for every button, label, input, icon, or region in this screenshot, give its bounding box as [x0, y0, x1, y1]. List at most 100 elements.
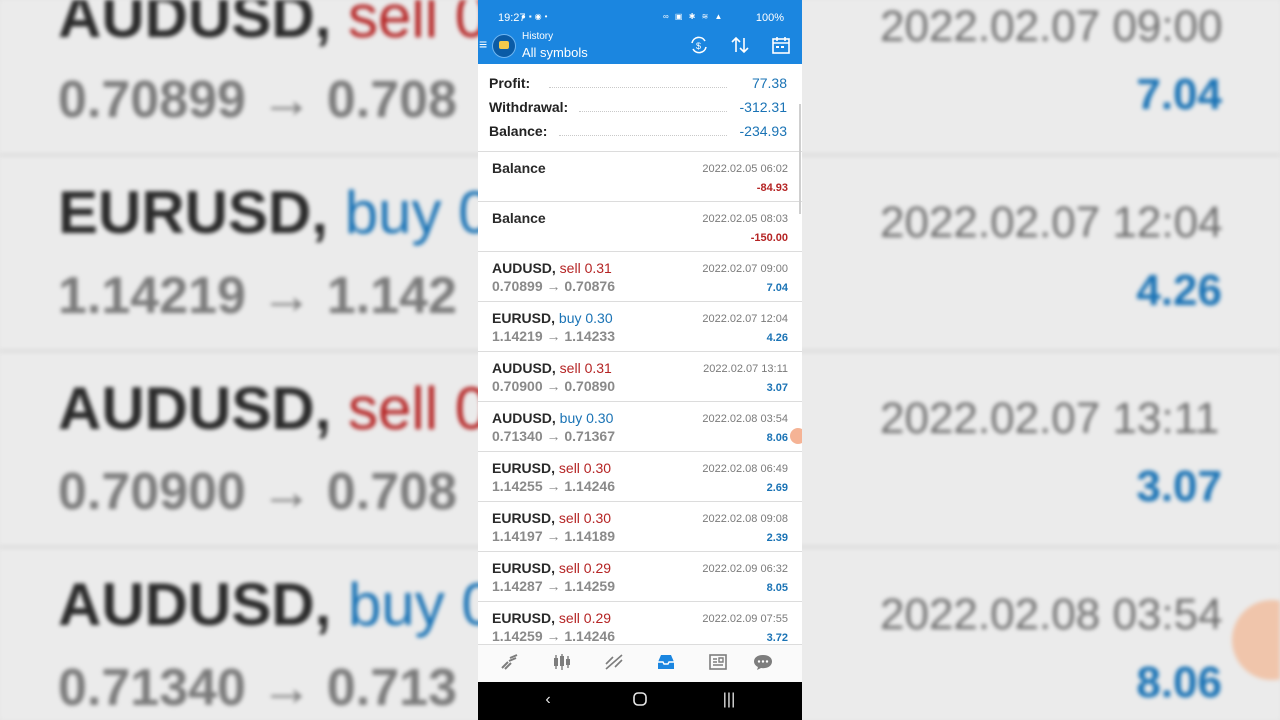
- system-status-icons: ∞ ▣ ✱ ≋ ▲: [663, 12, 725, 21]
- deal-item[interactable]: Balance 2022.02.05 06:02 -84.93: [478, 152, 802, 202]
- background-row-profit: 4.26: [1136, 266, 1222, 315]
- balance-label: Balance:: [489, 123, 552, 139]
- notification-icons: ●▪◉•: [521, 12, 551, 21]
- recents-icon[interactable]: |||: [717, 691, 741, 709]
- deal-symbol: Balance: [492, 210, 546, 226]
- profit-value: 77.38: [747, 75, 787, 91]
- bottom-navigation: [478, 644, 802, 683]
- deal-symbol-text: AUDUSD,: [492, 360, 556, 376]
- calendar-icon[interactable]: [769, 34, 793, 61]
- background-row-date: 2022.02.07 13:11: [880, 394, 1220, 443]
- deal-direction: sell 0.30: [558, 460, 612, 476]
- home-icon[interactable]: [628, 691, 652, 712]
- deal-date: 2022.02.05 08:03: [702, 213, 788, 225]
- background-row-profit: 7.04: [1136, 70, 1222, 119]
- deal-direction: buy 0.30: [558, 310, 613, 326]
- deal-date: 2022.02.07 12:04: [702, 313, 788, 325]
- deal-item[interactable]: AUDUSD, sell 0.31 0.70900 → 0.70890 2022.0…: [478, 352, 802, 402]
- back-icon[interactable]: ‹: [536, 691, 560, 709]
- tab-quotes[interactable]: [495, 652, 525, 677]
- deal-symbol-text: Balance: [492, 210, 546, 226]
- deal-symbol: EURUSD, sell 0.29: [492, 610, 611, 626]
- withdrawal-value: -312.31: [735, 99, 787, 115]
- deal-direction: sell 0.31: [559, 360, 612, 376]
- app-bar-title[interactable]: All symbols: [522, 45, 588, 60]
- deal-symbol-text: EURUSD,: [492, 460, 556, 476]
- deal-date: 2022.02.07 09:00: [702, 263, 788, 275]
- deal-profit: -150.00: [750, 232, 788, 244]
- background-row-prices: 1.14219 → 1.142: [58, 267, 457, 325]
- deal-prices: 1.14197 → 1.14189: [492, 528, 615, 544]
- deal-item[interactable]: AUDUSD, sell 0.31 0.70899 → 0.70876 2022.0…: [478, 252, 802, 302]
- background-row-prices: 0.71340 → 0.713: [58, 659, 457, 717]
- deal-symbol: AUDUSD, sell 0.31: [492, 360, 612, 376]
- background-row-profit: 3.07: [1136, 462, 1222, 511]
- deal-prices: 0.70899 → 0.70876: [492, 278, 615, 294]
- deal-symbol-text: AUDUSD,: [492, 410, 556, 426]
- deal-direction: sell 0.30: [558, 510, 612, 526]
- deal-profit: 7.04: [766, 282, 788, 294]
- tab-chat[interactable]: [748, 652, 778, 677]
- system-navigation: ‹ |||: [478, 682, 802, 720]
- background-symbol-text: AUDUSD,: [58, 375, 332, 442]
- deal-item[interactable]: AUDUSD, buy 0.30 0.71340 → 0.71367 2022.02…: [478, 402, 802, 452]
- deals-list[interactable]: Balance 2022.02.05 06:02 -84.93 Balance 2022…: [478, 152, 802, 644]
- deal-date: 2022.02.05 06:02: [702, 163, 788, 175]
- sort-icon[interactable]: [728, 34, 752, 61]
- background-symbol-text: AUDUSD,: [58, 0, 332, 50]
- summary-profit: Profit: 77.38: [489, 75, 787, 95]
- history-summary: Profit: 77.38 Withdrawal: -312.31 Balanc…: [478, 64, 802, 152]
- background-row-date: 2022.02.07 12:04: [880, 198, 1223, 247]
- deal-direction: sell 0.29: [558, 560, 612, 576]
- deal-item[interactable]: Balance 2022.02.05 08:03 -150.00: [478, 202, 802, 252]
- summary-balance: Balance: -234.93: [489, 123, 787, 143]
- deal-symbol: EURUSD, sell 0.30: [492, 510, 611, 526]
- deal-prices: 1.14287 → 1.14259: [492, 578, 615, 594]
- deal-item[interactable]: EURUSD, sell 0.30 1.14255 → 1.14246 2022.0…: [478, 452, 802, 502]
- deal-date: 2022.02.08 03:54: [702, 413, 788, 425]
- deal-item[interactable]: EURUSD, buy 0.30 1.14219 → 1.14233 2022.02…: [478, 302, 802, 352]
- deal-symbol-text: EURUSD,: [492, 610, 556, 626]
- background-symbol-text: EURUSD,: [58, 179, 329, 246]
- deal-symbol: EURUSD, buy 0.30: [492, 310, 613, 326]
- svg-text:$: $: [696, 41, 701, 51]
- tab-history[interactable]: [651, 652, 681, 677]
- deal-profit: 8.05: [766, 582, 788, 594]
- deal-profit: 3.72: [766, 632, 788, 644]
- deal-item[interactable]: EURUSD, sell 0.29 1.14287 → 1.14259 2022.0…: [478, 552, 802, 602]
- deal-symbol: EURUSD, sell 0.30: [492, 460, 611, 476]
- deal-item[interactable]: EURUSD, sell 0.30 1.14197 → 1.14189 2022.0…: [478, 502, 802, 552]
- profit-label: Profit:: [489, 75, 535, 91]
- deal-profit: 8.06: [766, 432, 788, 444]
- tab-news[interactable]: [703, 652, 733, 677]
- deal-symbol: EURUSD, sell 0.29: [492, 560, 611, 576]
- deal-prices: 1.14259 → 1.14246: [492, 628, 615, 644]
- phone-screen: 19:27 ●▪◉• ∞ ▣ ✱ ≋ ▲ 100% ≡ History All …: [478, 0, 802, 720]
- deal-symbol-text: AUDUSD,: [492, 260, 556, 276]
- deal-profit: 2.39: [766, 532, 788, 544]
- menu-icon[interactable]: ≡: [479, 36, 487, 52]
- deal-direction: buy 0.30: [559, 410, 614, 426]
- tab-chart[interactable]: [547, 652, 577, 677]
- deal-item[interactable]: EURUSD, sell 0.29 1.14259 → 1.14246 2022.0…: [478, 602, 802, 644]
- deal-symbol: Balance: [492, 160, 546, 176]
- withdrawal-label: Withdrawal:: [489, 99, 573, 115]
- summary-withdrawal: Withdrawal: -312.31: [489, 99, 787, 119]
- app-logo-icon[interactable]: [492, 34, 516, 58]
- deal-symbol: AUDUSD, sell 0.31: [492, 260, 612, 276]
- deal-symbol: AUDUSD, buy 0.30: [492, 410, 613, 426]
- scrollbar[interactable]: [799, 104, 801, 214]
- deal-symbol-text: Balance: [492, 160, 546, 176]
- background-row-date: 2022.02.08 03:54: [880, 590, 1223, 639]
- app-bar-subtitle: History: [522, 31, 554, 42]
- background-row-prices: 0.70900 → 0.708: [58, 463, 457, 521]
- deal-profit: 3.07: [766, 382, 788, 394]
- background-row-date: 2022.02.07 09:00: [880, 2, 1223, 51]
- currency-exchange-icon[interactable]: $: [687, 34, 711, 61]
- deal-date: 2022.02.09 06:32: [702, 563, 788, 575]
- background-row-profit: 8.06: [1136, 658, 1222, 707]
- balance-value: -234.93: [735, 123, 787, 139]
- tab-trade[interactable]: [599, 652, 629, 677]
- deal-direction: sell 0.29: [558, 610, 612, 626]
- deal-profit: 4.26: [766, 332, 788, 344]
